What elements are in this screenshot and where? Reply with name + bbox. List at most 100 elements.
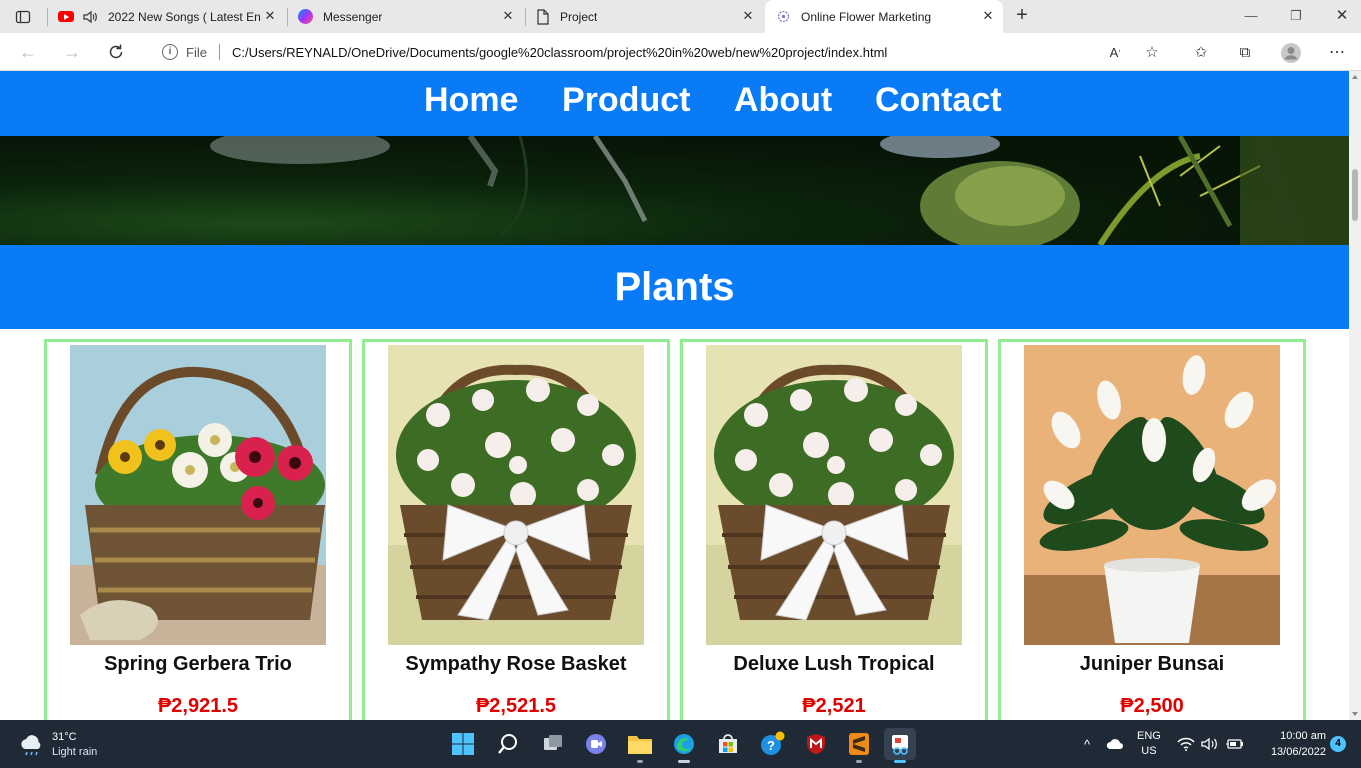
clock-time: 10:00 am	[1280, 730, 1326, 742]
favorites-icon[interactable]: ✩	[1190, 42, 1212, 64]
close-tab-icon[interactable]: ✕	[981, 9, 995, 23]
page-scrollbar[interactable]	[1349, 71, 1361, 720]
wifi-icon[interactable]	[1177, 720, 1195, 768]
browser-tab-strip: 2022 New Songs ( Latest En ✕ Messenger ✕…	[0, 0, 1361, 33]
product-image-gerbera-basket[interactable]	[70, 345, 326, 645]
section-title: Plants	[614, 264, 735, 309]
task-view-button[interactable]	[537, 728, 569, 760]
edge-button[interactable]	[668, 728, 700, 763]
scroll-thumb[interactable]	[1352, 169, 1358, 221]
search-button[interactable]	[492, 728, 524, 760]
add-favorite-icon[interactable]: ☆	[1141, 42, 1163, 64]
tab-online-flower-marketing[interactable]: Online Flower Marketing ✕	[765, 0, 1003, 33]
section-header: Plants	[0, 245, 1349, 329]
close-tab-icon[interactable]: ✕	[741, 9, 755, 23]
nav-home-link[interactable]: Home	[424, 81, 518, 120]
product-image-rose-basket[interactable]	[388, 345, 644, 645]
new-tab-button[interactable]: +	[1011, 5, 1033, 27]
language-code: ENG	[1137, 730, 1161, 742]
refresh-button[interactable]	[103, 40, 129, 64]
sublime-text-icon	[849, 733, 869, 755]
address-bar[interactable]: i File C:/Users/REYNALD/OneDrive/Documen…	[146, 37, 1172, 67]
teams-chat-button[interactable]	[580, 728, 612, 760]
notification-badge[interactable]: 4	[1330, 736, 1346, 752]
store-button[interactable]	[712, 728, 744, 760]
snipping-tool-button[interactable]	[884, 728, 916, 763]
site-nav: Home Product About Contact	[0, 71, 1349, 136]
product-card[interactable]: Sympathy Rose Basket ₱2,521.5	[362, 339, 670, 720]
product-card[interactable]: Juniper Bunsai ₱2,500	[998, 339, 1306, 720]
show-hidden-icons-button[interactable]: ^	[1084, 720, 1090, 768]
collections-icon[interactable]: ⧉	[1234, 42, 1256, 64]
help-icon: ?	[761, 731, 785, 755]
weather-condition: Light rain	[52, 746, 98, 758]
product-name: Spring Gerbera Trio	[104, 653, 292, 675]
product-card[interactable]: Spring Gerbera Trio ₱2,921.5	[44, 339, 352, 720]
product-price: ₱2,521.5	[475, 695, 557, 717]
product-name: Sympathy Rose Basket	[405, 653, 627, 675]
tab-youtube[interactable]: 2022 New Songs ( Latest En ✕	[50, 0, 285, 33]
read-aloud-icon[interactable]: Aʼ	[1104, 42, 1126, 64]
close-window-button[interactable]: ✕	[1330, 5, 1354, 27]
product-price: ₱2,921.5	[157, 695, 239, 717]
tab-separator	[287, 8, 288, 26]
product-name: Deluxe Lush Tropical	[733, 653, 935, 675]
language-indicator[interactable]: ENG US	[1137, 720, 1161, 768]
nav-about-link[interactable]: About	[734, 81, 832, 120]
web-page: Home Product About Contact Plants Spring…	[0, 71, 1349, 720]
windows-logo-icon	[452, 733, 474, 755]
search-icon	[498, 734, 517, 754]
scroll-down-arrow-icon[interactable]	[1352, 712, 1358, 716]
product-image-peace-lily[interactable]	[1024, 345, 1280, 645]
file-explorer-button[interactable]	[624, 728, 656, 763]
back-button[interactable]: ←	[15, 40, 41, 64]
weather-widget[interactable]: 31°C Light rain	[18, 730, 97, 760]
tab-messenger[interactable]: Messenger ✕	[290, 0, 523, 33]
tab-label: Messenger	[323, 9, 383, 24]
product-image-lush-tropical[interactable]	[706, 345, 962, 645]
taskbar-clock[interactable]: 10:00 am 13/06/2022	[1252, 728, 1326, 760]
svg-text:?: ?	[767, 738, 775, 753]
browser-toolbar: ← → i File C:/Users/REYNALD/OneDrive/Doc…	[0, 33, 1361, 71]
scroll-up-arrow-icon[interactable]	[1352, 75, 1358, 79]
weather-temp: 31°C	[52, 731, 77, 743]
sublime-text-button[interactable]	[843, 728, 875, 763]
tab-actions-icon[interactable]	[10, 6, 36, 28]
url-text[interactable]: C:/Users/REYNALD/OneDrive/Documents/goog…	[232, 45, 887, 60]
nav-contact-link[interactable]: Contact	[875, 81, 1002, 120]
product-price: ₱2,500	[1120, 695, 1184, 717]
close-tab-icon[interactable]: ✕	[263, 9, 277, 23]
running-indicator	[856, 760, 862, 763]
tab-label: Project	[560, 9, 598, 24]
nav-product-link[interactable]: Product	[562, 81, 690, 120]
speaker-icon[interactable]	[82, 9, 98, 25]
forward-button[interactable]: →	[59, 40, 85, 64]
hero-banner-image	[0, 136, 1349, 245]
tab-label: 2022 New Songs ( Latest En	[108, 9, 260, 24]
tab-project[interactable]: Project ✕	[528, 0, 763, 33]
tab-separator	[525, 8, 526, 26]
onedrive-icon[interactable]	[1106, 720, 1124, 768]
tab-separator	[47, 8, 48, 26]
document-icon	[536, 8, 550, 25]
product-card[interactable]: Deluxe Lush Tropical ₱2,521	[680, 339, 988, 720]
chat-icon	[586, 734, 606, 754]
start-button[interactable]	[447, 728, 479, 760]
minimize-button[interactable]: —	[1239, 5, 1263, 27]
more-menu-icon[interactable]: ⋯	[1326, 42, 1348, 64]
tips-button[interactable]: ?	[756, 728, 788, 760]
store-icon	[719, 734, 737, 753]
close-tab-icon[interactable]: ✕	[501, 9, 515, 23]
battery-icon[interactable]	[1226, 720, 1244, 768]
mcafee-button[interactable]	[800, 728, 832, 760]
url-scheme: File	[186, 44, 207, 60]
running-indicator	[637, 760, 643, 763]
region-code: US	[1141, 745, 1157, 757]
flower-favicon-icon	[777, 10, 790, 23]
product-name: Juniper Bunsai	[1079, 653, 1225, 675]
profile-avatar[interactable]	[1280, 42, 1302, 64]
site-info-icon[interactable]: i	[162, 44, 178, 60]
restore-button[interactable]: ❐	[1284, 5, 1308, 27]
volume-icon[interactable]	[1201, 720, 1219, 768]
address-separator	[218, 44, 220, 60]
